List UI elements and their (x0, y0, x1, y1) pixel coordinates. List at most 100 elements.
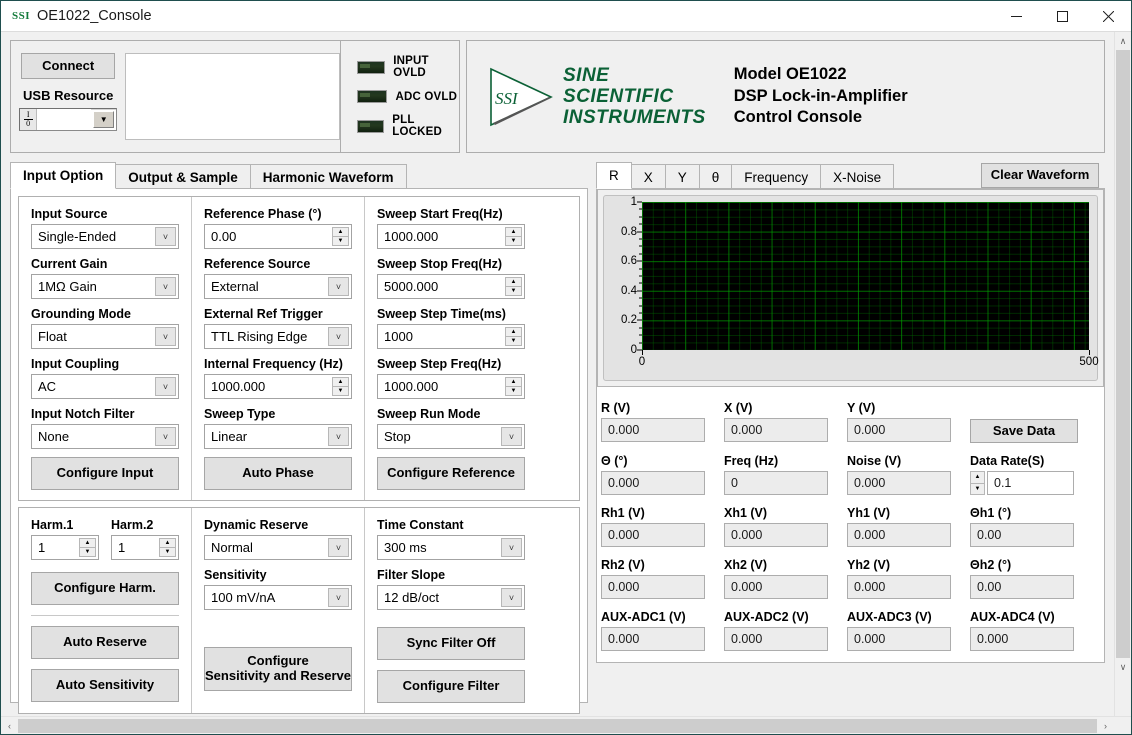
readout-freq: Freq (Hz) 0 (724, 454, 828, 495)
readout-value: 0.000 (847, 523, 951, 547)
data-rate-value[interactable]: 0.1 (987, 471, 1074, 495)
spinner-icon[interactable]: ▲ ▼ (505, 227, 522, 246)
configure-harm-button[interactable]: Configure Harm. (31, 572, 179, 605)
time-constant-select[interactable]: 300 ms ˅ (377, 535, 525, 560)
chevron-down-icon[interactable]: ˅ (155, 427, 176, 446)
chevron-down-icon[interactable]: ˅ (328, 427, 349, 446)
scroll-right-icon[interactable]: › (1097, 717, 1114, 735)
chevron-down-icon[interactable]: ˅ (155, 377, 176, 396)
input-source-select[interactable]: Single-Ended ˅ (31, 224, 179, 249)
grounding-mode-select[interactable]: Float ˅ (31, 324, 179, 349)
scroll-left-icon[interactable]: ‹ (1, 717, 18, 735)
configure-filter-button[interactable]: Configure Filter (377, 670, 525, 703)
internal-frequency-input[interactable]: 1000.000 ▲ ▼ (204, 374, 352, 399)
connect-button[interactable]: Connect (21, 53, 116, 79)
chevron-down-icon[interactable]: ˅ (501, 588, 522, 607)
vertical-scrollbar[interactable]: ∧ ∨ (1114, 32, 1131, 716)
readout-label: Xh1 (V) (724, 506, 768, 520)
harmonics-column: Harm.1 1 ▲ ▼ Harm.2 1 ▲ ▼ Configure Harm… (19, 508, 191, 713)
readout-theta-h1: Θh1 (°) 0.00 (970, 506, 1074, 547)
usb-resource-select[interactable]: I 0 ▼ (19, 108, 118, 131)
filter-slope-select[interactable]: 12 dB/oct ˅ (377, 585, 525, 610)
external-ref-trigger-select[interactable]: TTL Rising Edge ˅ (204, 324, 352, 349)
chevron-down-icon[interactable]: ˅ (155, 277, 176, 296)
y-tick-mark (637, 231, 642, 233)
spinner-icon[interactable]: ▲ ▼ (505, 327, 522, 346)
data-rate-label: Data Rate(S) (970, 454, 1045, 468)
readout-label: AUX-ADC3 (V) (847, 610, 932, 624)
status-indicator-adc-ovld: ADC OVLD (357, 90, 459, 103)
sweep-step-freq-input[interactable]: 1000.000 ▲ ▼ (377, 374, 525, 399)
auto-reserve-button[interactable]: Auto Reserve (31, 626, 179, 659)
spinner-icon[interactable]: ▲ ▼ (332, 227, 349, 246)
auto-phase-button[interactable]: Auto Phase (204, 457, 352, 490)
horizontal-scrollbar[interactable]: ‹ › (1, 716, 1131, 734)
vertical-scroll-thumb[interactable] (1116, 50, 1130, 658)
tab-harmonic-waveform[interactable]: Harmonic Waveform (249, 164, 407, 189)
input-coupling-select[interactable]: AC ˅ (31, 374, 179, 399)
current-gain-label: Current Gain (31, 257, 108, 271)
sweep-step-time-input[interactable]: 1000 ▲ ▼ (377, 324, 525, 349)
current-gain-select[interactable]: 1MΩ Gain ˅ (31, 274, 179, 299)
chevron-down-icon[interactable]: ˅ (501, 427, 522, 446)
chevron-down-icon[interactable]: ˅ (328, 588, 349, 607)
minimize-icon[interactable] (993, 1, 1039, 32)
chevron-down-icon[interactable]: ˅ (155, 227, 176, 246)
spinner-icon[interactable]: ▲ ▼ (159, 538, 176, 557)
tab-input-option[interactable]: Input Option (10, 162, 117, 189)
spinner-icon[interactable]: ▲ ▼ (79, 538, 96, 557)
readout-value: 0.000 (601, 418, 705, 442)
dynamic-reserve-select[interactable]: Normal ˅ (204, 535, 352, 560)
reference-source-select[interactable]: External ˅ (204, 274, 352, 299)
sweep-stop-freq-input[interactable]: 5000.000 ▲ ▼ (377, 274, 525, 299)
chevron-down-icon[interactable]: ▼ (93, 111, 115, 128)
tab-frequency[interactable]: Frequency (731, 164, 822, 189)
y-minor-tick (639, 334, 642, 336)
sweep-type-select[interactable]: Linear ˅ (204, 424, 352, 449)
sweep-step-freq-label: Sweep Step Freq(Hz) (377, 357, 502, 371)
tab-x-noise[interactable]: X-Noise (820, 164, 895, 189)
reference-phase-input[interactable]: 0.00 ▲ ▼ (204, 224, 352, 249)
time-constant-label: Time Constant (377, 518, 464, 532)
chevron-down-icon[interactable]: ˅ (501, 538, 522, 557)
tab-y[interactable]: Y (664, 164, 700, 189)
readout-label: AUX-ADC2 (V) (724, 610, 809, 624)
close-icon[interactable] (1085, 1, 1131, 32)
chevron-down-icon[interactable]: ˅ (328, 327, 349, 346)
x-tick-mark (642, 350, 643, 355)
sweep-start-freq-input[interactable]: 1000.000 ▲ ▼ (377, 224, 525, 249)
tab-output-sample[interactable]: Output & Sample (115, 164, 251, 189)
chevron-down-icon[interactable]: ˅ (328, 277, 349, 296)
data-rate-input[interactable]: ▲ ▼ 0.1 (970, 471, 1074, 495)
harm1-input[interactable]: 1 ▲ ▼ (31, 535, 99, 560)
usb-resource-value[interactable] (37, 109, 92, 130)
spinner-icon[interactable]: ▲ ▼ (505, 277, 522, 296)
tab-r[interactable]: R (596, 162, 632, 189)
configure-sensitivity-reserve-button[interactable]: Configure Sensitivity and Reserve (204, 647, 352, 691)
auto-sensitivity-button[interactable]: Auto Sensitivity (31, 669, 179, 702)
sweep-run-mode-label: Sweep Run Mode (377, 407, 481, 421)
chevron-down-icon[interactable]: ˅ (328, 538, 349, 557)
horizontal-scroll-thumb[interactable] (18, 719, 1097, 733)
harm2-input[interactable]: 1 ▲ ▼ (111, 535, 179, 560)
readout-label: X (V) (724, 401, 753, 415)
scroll-up-icon[interactable]: ∧ (1115, 32, 1132, 50)
chevron-down-icon[interactable]: ˅ (155, 327, 176, 346)
tab-theta[interactable]: θ (698, 164, 733, 189)
sweep-run-mode-select[interactable]: Stop ˅ (377, 424, 525, 449)
sensitivity-select[interactable]: 100 mV/nA ˅ (204, 585, 352, 610)
tab-x[interactable]: X (630, 164, 666, 189)
y-minor-tick (639, 327, 642, 329)
spinner-icon[interactable]: ▲ ▼ (332, 377, 349, 396)
spinner-icon[interactable]: ▲ ▼ (970, 471, 985, 495)
configure-input-button[interactable]: Configure Input (31, 457, 179, 490)
input-notch-filter-select[interactable]: None ˅ (31, 424, 179, 449)
clear-waveform-button[interactable]: Clear Waveform (981, 163, 1099, 188)
sync-filter-button[interactable]: Sync Filter Off (377, 627, 525, 660)
plot-canvas[interactable] (642, 202, 1089, 350)
save-data-button[interactable]: Save Data (970, 419, 1078, 443)
configure-reference-button[interactable]: Configure Reference (377, 457, 525, 490)
maximize-icon[interactable] (1039, 1, 1085, 32)
spinner-icon[interactable]: ▲ ▼ (505, 377, 522, 396)
scroll-down-icon[interactable]: ∨ (1115, 658, 1132, 676)
